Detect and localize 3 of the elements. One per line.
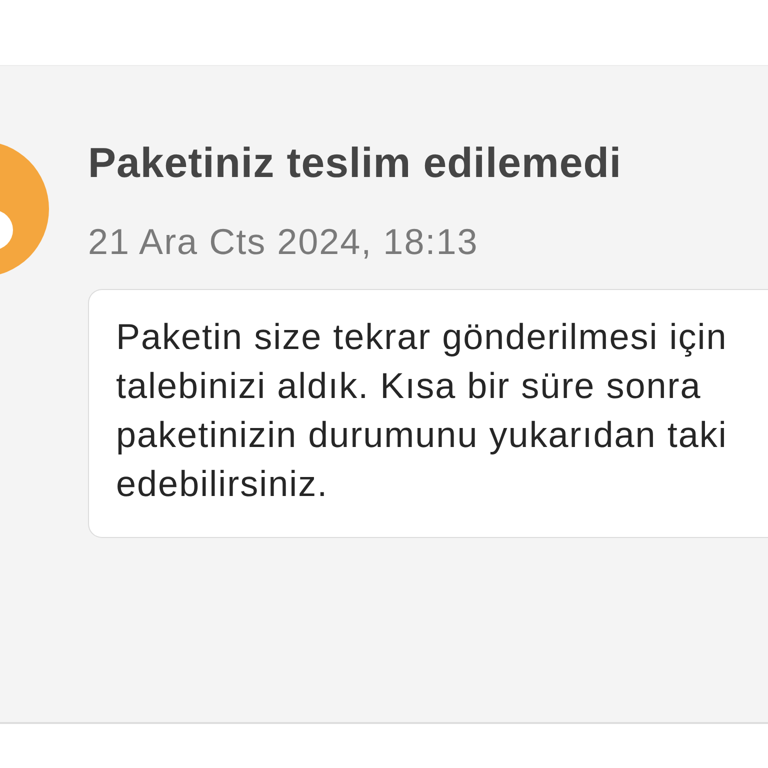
notification-title: Paketiniz teslim edilemedi xyxy=(88,138,622,188)
notification-date: 21 Ara Cts 2024, 18:13 xyxy=(88,220,478,264)
message-text: Paketin size tekrar gönderilmesi için talebinizi aldık. Kısa bir süre sonra paketinizin durumunu yukarıdan taki edebilirsiniz. xyxy=(116,315,728,506)
